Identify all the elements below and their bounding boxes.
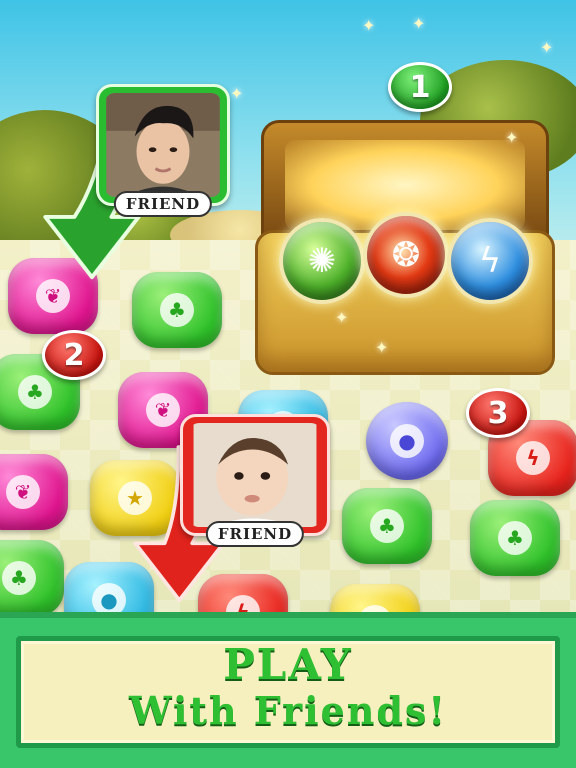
sparkle-icon: ✦ [505, 128, 519, 147]
leaf-icon: ♣ [370, 509, 404, 543]
sparkle-icon: ✦ [375, 338, 389, 357]
sparkle-icon: ✦ [362, 16, 376, 35]
step-badge-3: 3 [466, 388, 530, 438]
game-screen: ✦ ✦ ✦ ✦ ❦ ♣ ♣ ❦ ● ● ϟ ❦ ★ ♣ ♣ ♣ ● ϟ ★ [0, 0, 576, 768]
friend-label-1: FRIEND [113, 191, 213, 217]
step-badge-2: 2 [42, 330, 106, 380]
friend-photo-1 [105, 93, 221, 197]
flame-icon: ❦ [6, 475, 40, 509]
friend-avatar-1[interactable]: FRIEND [96, 84, 230, 217]
lightning-icon: ϟ [516, 441, 550, 475]
gem-green[interactable]: ♣ [342, 488, 432, 564]
blue-lightning-orb-icon: ϟ [447, 218, 533, 304]
banner-title: PLAY [223, 640, 353, 689]
friend-2-portrait [193, 423, 317, 527]
sparkle-icon: ✦ [335, 308, 349, 327]
friend-label-2: FRIEND [205, 521, 305, 547]
flame-icon: ❦ [146, 393, 180, 427]
treasure-chest[interactable]: ✺ ❂ ϟ ✦ ✦ ✦ [255, 120, 555, 375]
sparkle-icon: ✦ [230, 84, 244, 103]
leaf-icon: ♣ [18, 375, 52, 409]
gem-green[interactable]: ♣ [470, 500, 560, 576]
sparkle-icon: ✦ [412, 14, 426, 33]
gem-blue[interactable]: ● [366, 402, 448, 480]
step-badge-1: 1 [388, 62, 452, 112]
friend-avatar-2[interactable]: FRIEND [180, 414, 330, 547]
red-fire-orb-icon: ❂ [363, 212, 449, 298]
green-swirl-orb-icon: ✺ [279, 218, 365, 304]
friend-1-portrait [106, 93, 220, 197]
gem-pink[interactable]: ❦ [0, 454, 68, 530]
leaf-icon: ♣ [160, 293, 194, 327]
friend-photo-2 [189, 423, 321, 527]
water-drop-icon: ● [390, 424, 424, 458]
sparkle-icon: ✦ [540, 38, 554, 57]
banner-subtitle: With Friends! [128, 688, 448, 733]
gem-green[interactable]: ♣ [0, 540, 64, 616]
leaf-icon: ♣ [498, 521, 532, 555]
leaf-icon: ♣ [2, 561, 36, 595]
